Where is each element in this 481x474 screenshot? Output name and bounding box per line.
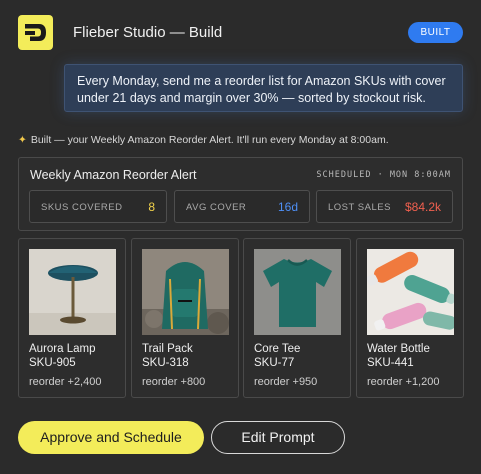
product-card-water-bottle[interactable]: Water Bottle SKU-441 reorder +1,200 bbox=[356, 238, 464, 398]
product-name: Water Bottle bbox=[367, 343, 430, 355]
stat-label: AVG COVER bbox=[186, 202, 247, 213]
app-header: Flieber Studio — Build BUILT bbox=[18, 15, 463, 51]
stat-value: $84.2k bbox=[404, 200, 441, 214]
product-card-aurora-lamp[interactable]: Aurora Lamp SKU-905 reorder +2,400 bbox=[18, 238, 126, 398]
stat-label: SKUS COVERED bbox=[41, 202, 123, 213]
stat-value: 8 bbox=[148, 200, 155, 214]
alert-summary-card: Weekly Amazon Reorder Alert SCHEDULED · … bbox=[18, 157, 463, 231]
flieber-logo-icon[interactable] bbox=[18, 15, 53, 50]
product-reorder: reorder +800 bbox=[142, 376, 206, 388]
edit-prompt-button[interactable]: Edit Prompt bbox=[211, 421, 345, 454]
tshirt-image bbox=[254, 249, 341, 335]
stat-skus-covered: SKUS COVERED 8 bbox=[29, 190, 167, 223]
sparkle-icon: ✦ bbox=[18, 134, 27, 146]
product-sku: SKU-441 bbox=[367, 357, 414, 369]
schedule-label: SCHEDULED · MON 8:00AM bbox=[316, 170, 451, 180]
alert-title: Weekly Amazon Reorder Alert bbox=[30, 168, 197, 182]
prompt-message: Every Monday, send me a reorder list for… bbox=[64, 64, 463, 112]
build-status-line: ✦ Built — your Weekly Amazon Reorder Aler… bbox=[18, 134, 389, 146]
product-reorder: reorder +1,200 bbox=[367, 376, 440, 388]
stat-lost-sales: LOST SALES $84.2k bbox=[316, 190, 453, 223]
stat-avg-cover: AVG COVER 16d bbox=[174, 190, 310, 223]
water-bottles-image bbox=[367, 249, 454, 335]
product-name: Core Tee bbox=[254, 343, 301, 355]
product-list: Aurora Lamp SKU-905 reorder +2,400 Trail… bbox=[18, 238, 464, 398]
stat-value: 16d bbox=[277, 200, 298, 214]
lamp-image bbox=[29, 249, 116, 335]
product-card-core-tee[interactable]: Core Tee SKU-77 reorder +950 bbox=[243, 238, 351, 398]
build-status-text: Built — your Weekly Amazon Reorder Alert… bbox=[30, 134, 389, 146]
product-name: Trail Pack bbox=[142, 343, 193, 355]
product-sku: SKU-77 bbox=[254, 357, 295, 369]
product-reorder: reorder +950 bbox=[254, 376, 318, 388]
product-reorder: reorder +2,400 bbox=[29, 376, 102, 388]
app-title: Flieber Studio — Build bbox=[73, 24, 223, 41]
approve-and-schedule-button[interactable]: Approve and Schedule bbox=[18, 421, 204, 454]
built-status-badge: BUILT bbox=[408, 22, 463, 43]
product-sku: SKU-318 bbox=[142, 357, 189, 369]
product-card-trail-pack[interactable]: Trail Pack SKU-318 reorder +800 bbox=[131, 238, 239, 398]
product-sku: SKU-905 bbox=[29, 357, 76, 369]
stat-label: LOST SALES bbox=[328, 202, 391, 213]
backpack-image bbox=[142, 249, 229, 335]
product-name: Aurora Lamp bbox=[29, 343, 96, 355]
